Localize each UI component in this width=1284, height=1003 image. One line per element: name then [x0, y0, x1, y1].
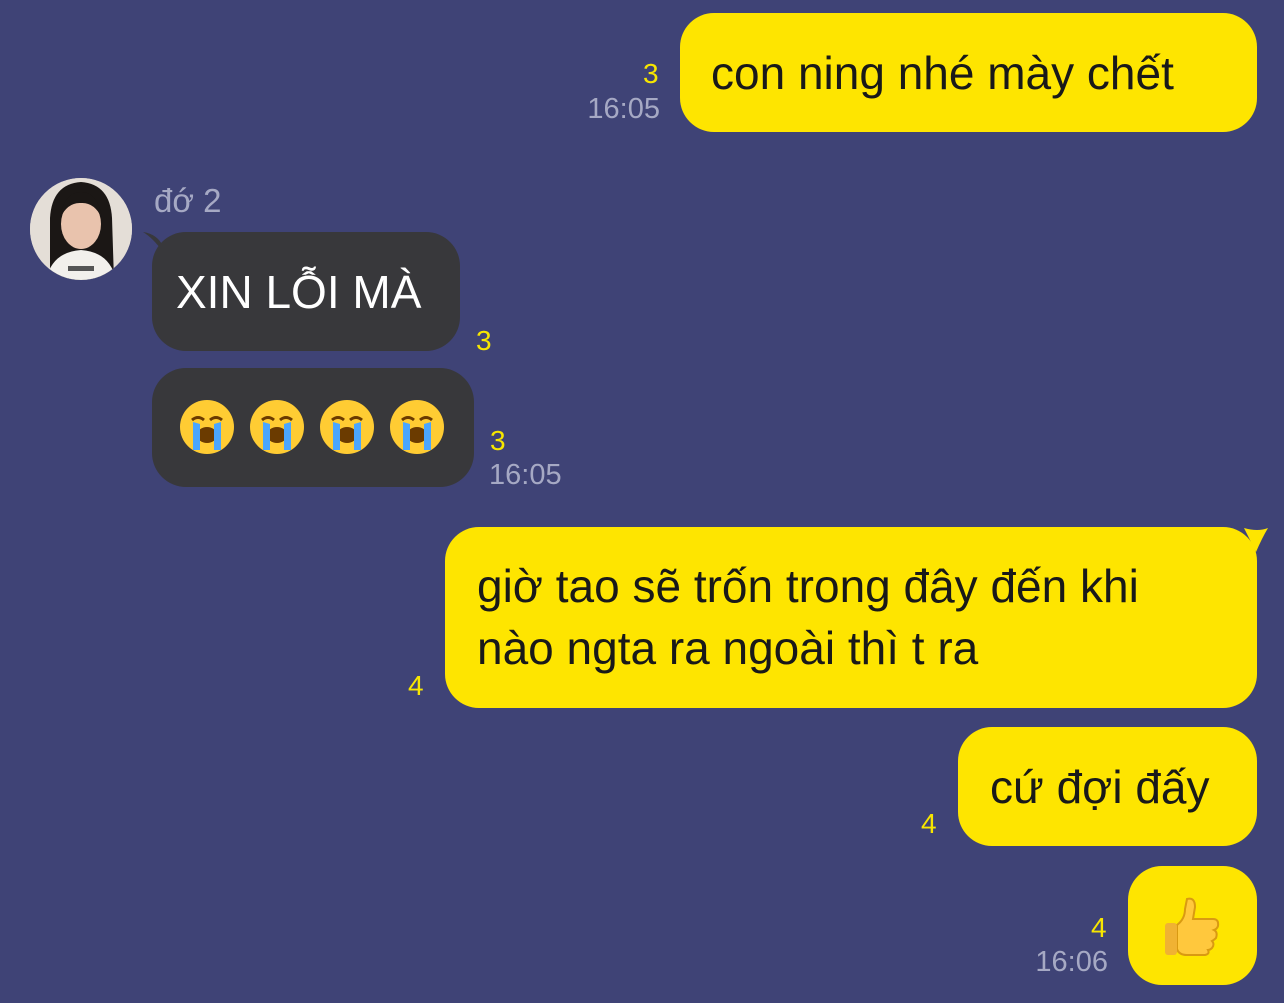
avatar-photo: [30, 178, 132, 280]
message-text: XIN LỖI MÀ: [176, 266, 422, 318]
crying-face-icon: [250, 400, 304, 454]
incoming-message-bubble[interactable]: XIN LỖI MÀ: [152, 232, 460, 351]
sender-name: đớ 2: [154, 182, 222, 219]
message-text: cứ đợi đấy: [990, 761, 1210, 813]
message-text-line: nào ngta ra ngoài thì t ra: [477, 622, 979, 674]
unread-count: 3: [490, 425, 506, 456]
unread-count: 4: [408, 670, 424, 701]
crying-face-icon: [390, 400, 444, 454]
outgoing-message-bubble[interactable]: con ning nhé mày chết: [680, 13, 1257, 132]
crying-face-icon: [180, 400, 234, 454]
avatar[interactable]: [30, 178, 132, 280]
crying-face-icon: [320, 400, 374, 454]
message-timestamp: 16:06: [1035, 946, 1108, 978]
message-text: con ning nhé mày chết: [711, 47, 1174, 99]
unread-count: 4: [1091, 912, 1107, 943]
message-timestamp: 16:05: [489, 459, 562, 491]
incoming-emoji-bubble[interactable]: [152, 368, 474, 487]
outgoing-message-bubble[interactable]: giờ tao sẽ trốn trong đây đến khi nào ng…: [445, 527, 1257, 708]
message-text-line: giờ tao sẽ trốn trong đây đến khi: [477, 560, 1139, 612]
unread-count: 4: [921, 808, 937, 839]
message-timestamp: 16:05: [587, 93, 660, 125]
thumbs-up-icon: [1165, 897, 1220, 956]
outgoing-emoji-bubble[interactable]: [1128, 866, 1257, 985]
unread-count: 3: [476, 325, 492, 356]
outgoing-message-bubble[interactable]: cứ đợi đấy: [958, 727, 1257, 846]
unread-count: 3: [643, 58, 659, 89]
